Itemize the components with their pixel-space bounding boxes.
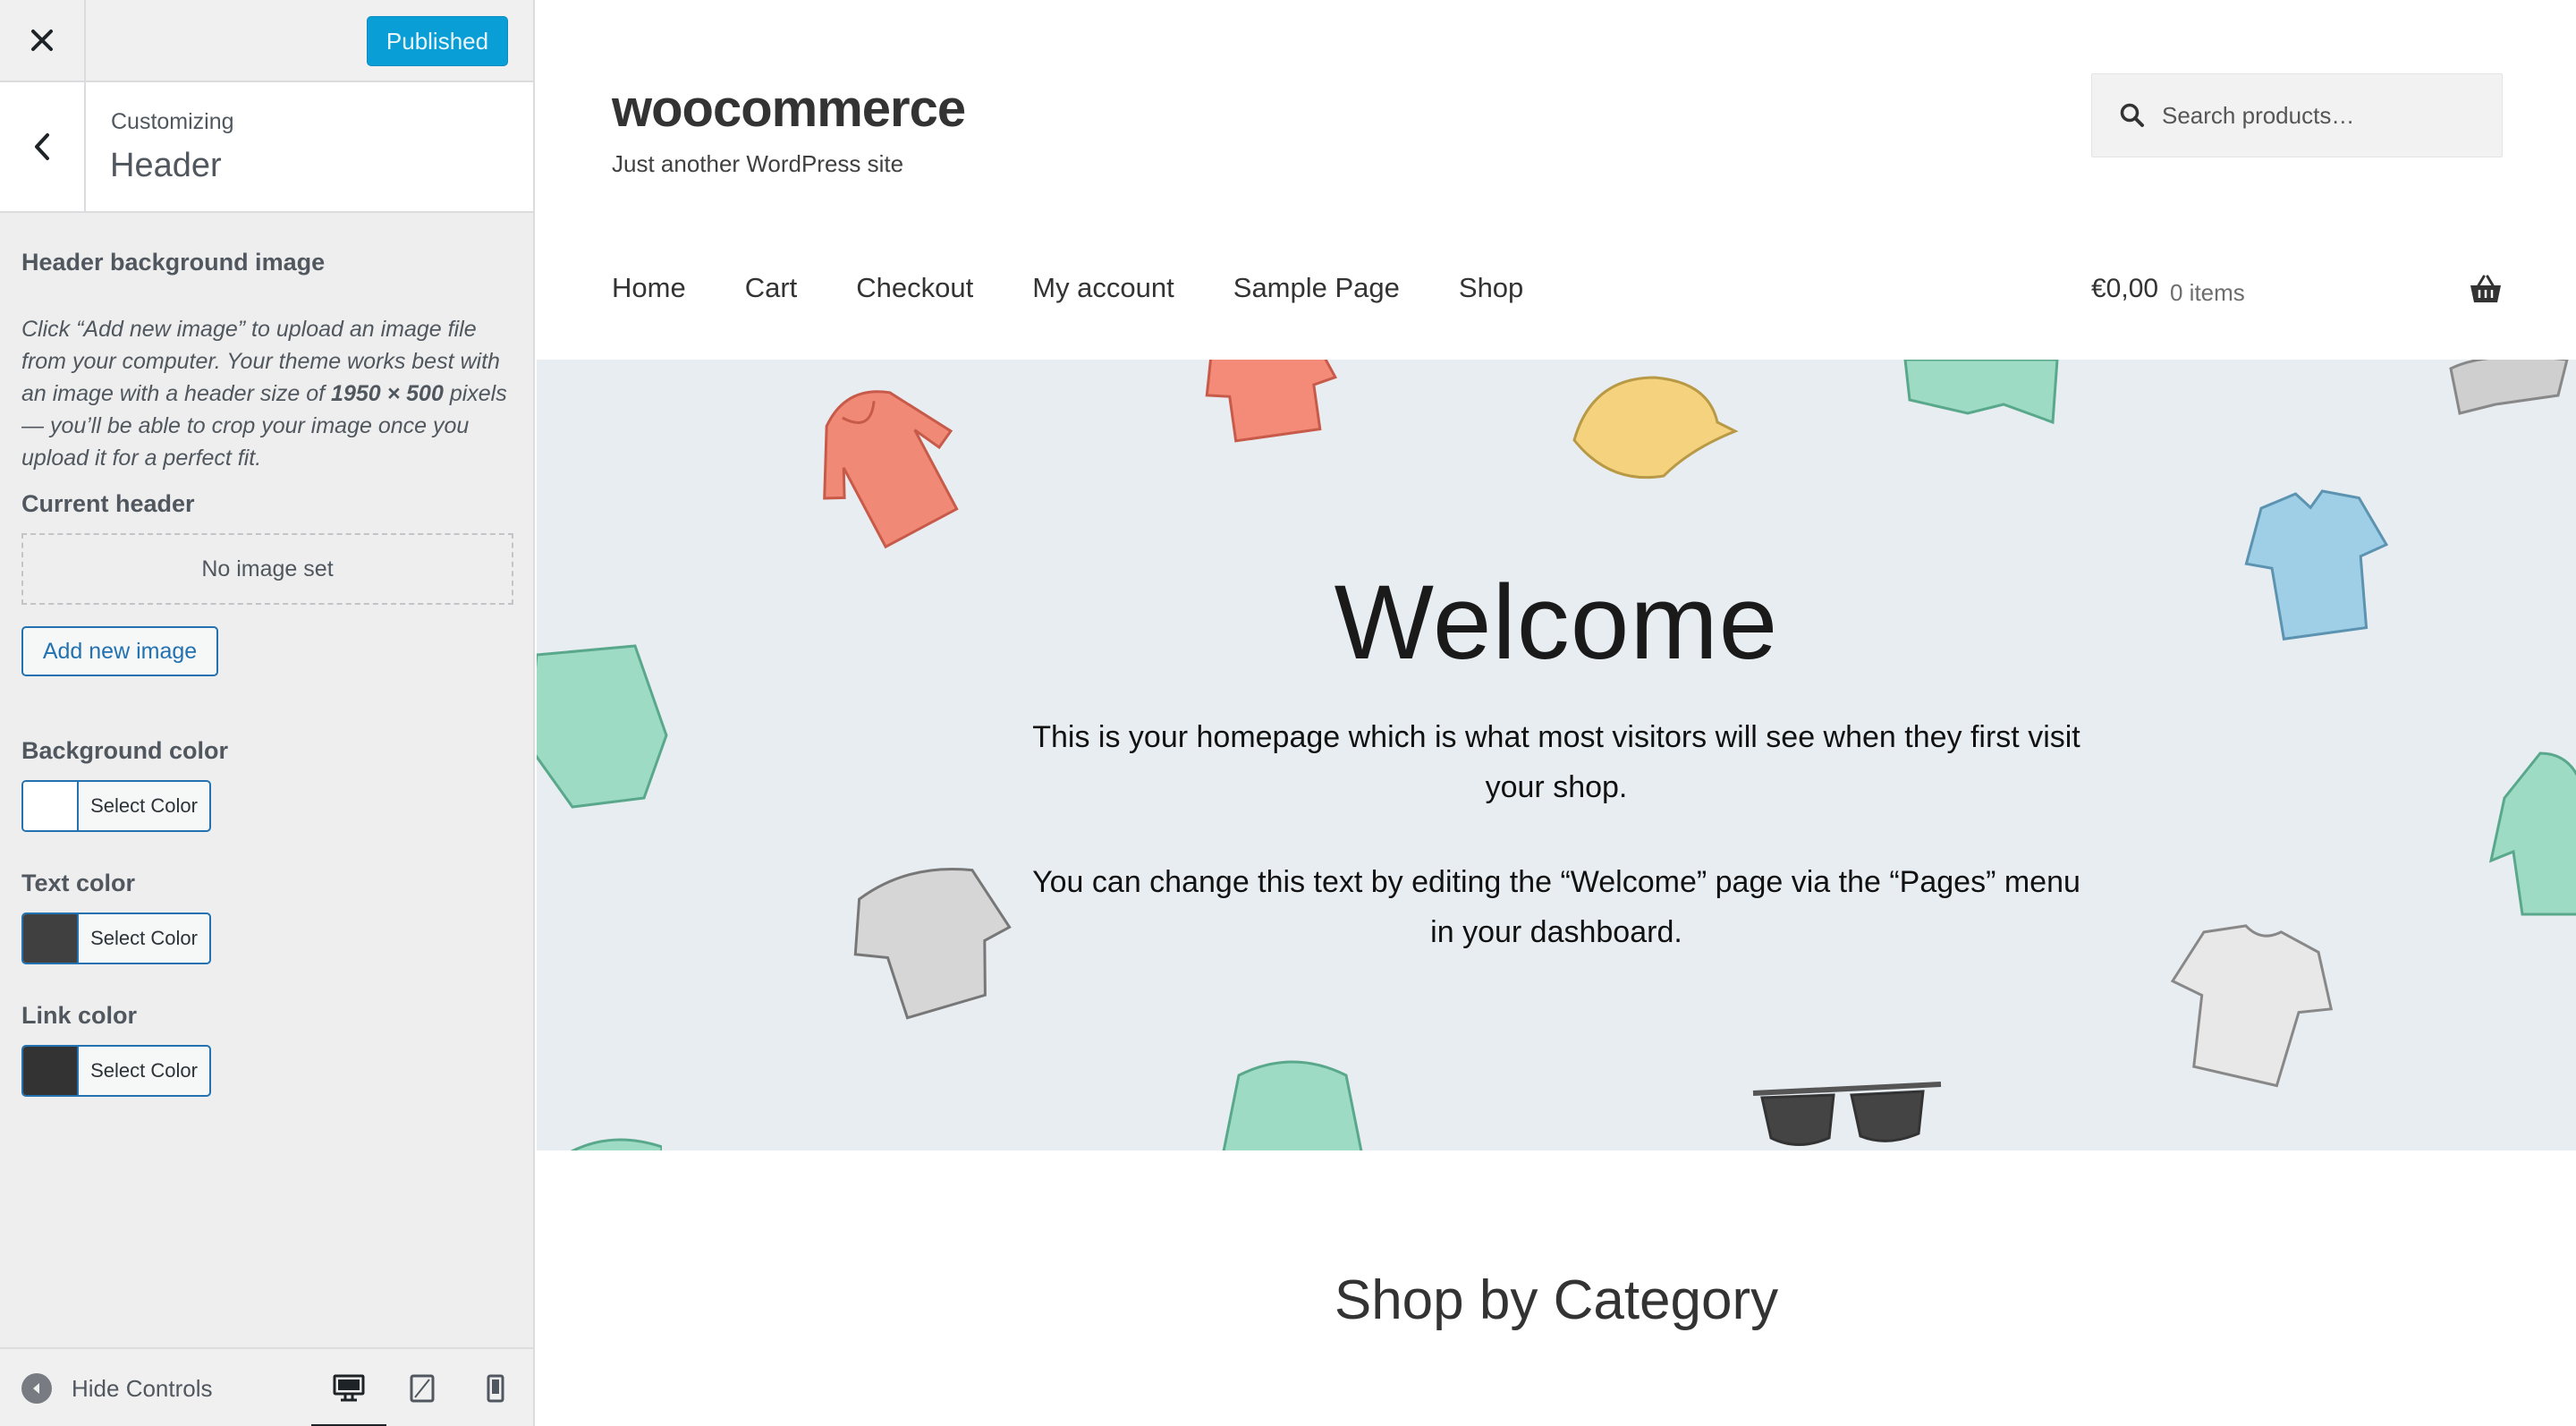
primary-navigation: Home Cart Checkout My account Sample Pag… [612, 272, 1582, 304]
jacket-illustration [853, 867, 1012, 1020]
nav-my-account[interactable]: My account [1032, 272, 1174, 304]
site-tagline: Just another WordPress site [612, 150, 904, 177]
close-customizer-button[interactable] [0, 0, 86, 81]
product-search[interactable] [2091, 73, 2503, 157]
basket-icon[interactable] [2469, 274, 2503, 304]
text-color-heading: Text color [21, 870, 136, 896]
desktop-icon [333, 1374, 365, 1402]
customizer-header-bar: Published [0, 0, 533, 82]
mobile-icon [487, 1374, 504, 1403]
text-color-swatch[interactable] [23, 914, 79, 963]
scarf-illustration [570, 1138, 662, 1150]
back-button[interactable] [0, 82, 86, 211]
close-icon [31, 30, 53, 51]
shop-by-category-heading: Shop by Category [1334, 1269, 1779, 1331]
cart-count[interactable]: 0 items [2170, 279, 2245, 307]
publish-button[interactable]: Published [367, 16, 508, 66]
tshirt-illustration [1205, 360, 1338, 443]
nav-home[interactable]: Home [612, 272, 686, 304]
header-image-heading: Header background image [21, 249, 326, 276]
add-new-image-button[interactable]: Add new image [21, 626, 218, 676]
link-color-picker[interactable]: Select Color [21, 1045, 211, 1097]
section-title: Header [110, 147, 222, 184]
background-color-heading: Background color [21, 737, 229, 764]
site-title[interactable]: woocommerce [612, 79, 966, 139]
search-input[interactable] [2162, 101, 2484, 130]
hoodie-grey-illustration [2449, 360, 2569, 415]
hide-controls-label: Hide Controls [72, 1374, 213, 1402]
cap-illustration [1572, 376, 1739, 480]
hero-banner: Welcome This is your homepage which is w… [537, 360, 2576, 1150]
preview-desktop-button[interactable] [311, 1362, 386, 1426]
current-header-heading: Current header [21, 490, 195, 517]
collapse-arrow-icon [21, 1373, 52, 1404]
hoodie-illustration [823, 390, 959, 549]
hero-title: Welcome [1334, 564, 1779, 682]
background-color-swatch[interactable] [23, 782, 79, 830]
customizer-footer: Hide Controls [0, 1347, 533, 1426]
white-tshirt-illustration [2170, 924, 2334, 1088]
text-color-picker[interactable]: Select Color [21, 912, 211, 964]
hoodie-green-illustration [2488, 751, 2576, 916]
hero-paragraph-1: This is your homepage which is what most… [1032, 720, 2080, 804]
nav-cart[interactable]: Cart [745, 272, 798, 304]
preview-mobile-button[interactable] [467, 1362, 524, 1415]
current-header-placeholder: No image set [21, 533, 513, 605]
background-color-picker[interactable]: Select Color [21, 780, 211, 832]
hoodie-bottom-illustration [1222, 1060, 1363, 1150]
nav-shop[interactable]: Shop [1459, 272, 1523, 304]
section-title-bar: Customizing Header [0, 82, 533, 213]
hero-paragraph-2: You can change this text by editing the … [1032, 865, 2080, 949]
link-color-swatch[interactable] [23, 1047, 79, 1095]
nav-sample-page[interactable]: Sample Page [1233, 272, 1400, 304]
link-color-heading: Link color [21, 1002, 138, 1029]
nav-checkout[interactable]: Checkout [856, 272, 973, 304]
customizer-sidebar: Published Customizing Header Header back… [0, 0, 535, 1426]
chevron-left-icon [35, 133, 49, 160]
hide-controls-button[interactable]: Hide Controls [21, 1369, 213, 1408]
sweater-illustration [1903, 360, 2059, 425]
search-icon [2120, 103, 2144, 127]
header-image-description: Click “Add new image” to upload an image… [21, 317, 507, 471]
customizing-breadcrumb: Customizing [111, 109, 234, 134]
text-color-select-label[interactable]: Select Color [79, 914, 209, 963]
tablet-icon [410, 1374, 435, 1403]
preview-tablet-button[interactable] [394, 1362, 451, 1415]
sunglasses-illustration [1752, 1082, 1942, 1146]
background-color-select-label[interactable]: Select Color [79, 782, 209, 830]
site-preview: woocommerce Just another WordPress site … [537, 0, 2576, 1426]
cart-total[interactable]: €0,00 [2091, 274, 2158, 304]
link-color-select-label[interactable]: Select Color [79, 1047, 209, 1095]
